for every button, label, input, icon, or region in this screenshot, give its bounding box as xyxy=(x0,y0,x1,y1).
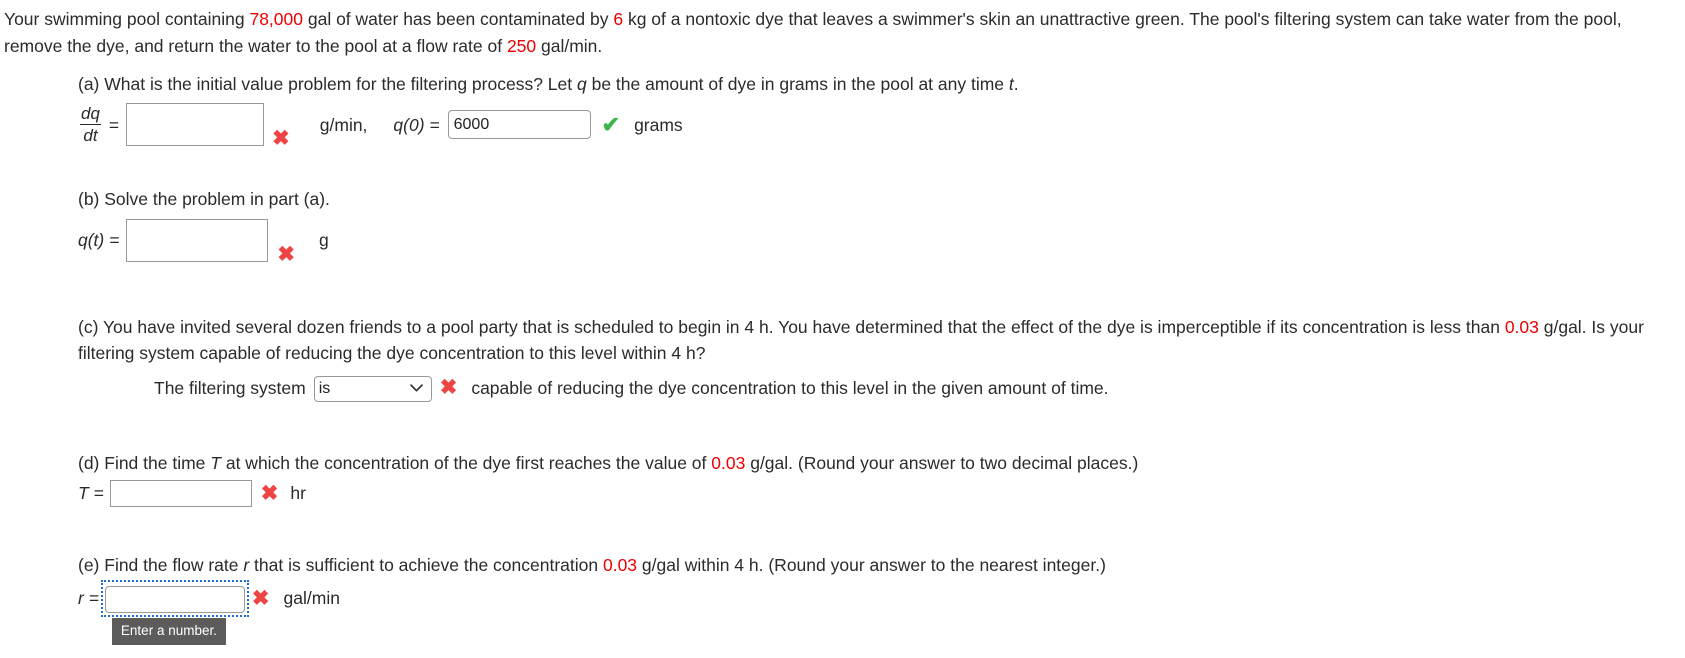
part-c-prompt: (c) You have invited several dozen frien… xyxy=(78,314,1685,367)
part-e: (e) Find the flow rate r that is suffici… xyxy=(0,552,1685,645)
part-b-unit: g xyxy=(318,230,329,251)
fraction-denominator: dt xyxy=(80,124,101,145)
part-e-prompt: (e) Find the flow rate r that is suffici… xyxy=(78,552,1685,578)
part-c-sentence-end: capable of reducing the dye concentratio… xyxy=(471,377,1109,398)
part-a-grams-unit: grams xyxy=(634,114,683,135)
incorrect-icon: ✖ xyxy=(251,586,270,610)
part-e-prompt-3: g/gal within 4 h. (Round your answer to … xyxy=(637,554,1106,575)
part-a-q0-input[interactable] xyxy=(447,110,591,140)
incorrect-icon: ✖ xyxy=(260,481,279,505)
intro-text-4: gal/min. xyxy=(536,35,603,56)
intro-text-2: gal of water has been contaminated by xyxy=(303,9,614,29)
part-d-prompt-1: (d) Find the time xyxy=(78,452,211,473)
part-b-prompt: (b) Solve the problem in part (a). xyxy=(78,189,330,210)
part-d-prompt-2: at which the concentration of the dye fi… xyxy=(220,452,712,473)
intro-text-1: Your swimming pool containing xyxy=(4,9,250,29)
part-d-answer-row: T = ✖ hr xyxy=(78,479,1685,507)
part-e-input[interactable] xyxy=(104,585,245,613)
part-d: (d) Find the time T at which the concent… xyxy=(0,450,1685,507)
fraction-numerator: dq xyxy=(81,104,100,124)
part-d-unit: hr xyxy=(290,483,306,504)
flow-rate-value: 250 xyxy=(506,35,537,56)
part-b-input[interactable] xyxy=(126,218,269,262)
problem-page: Your swimming pool containing 78,000 gal… xyxy=(0,0,1685,658)
part-a-prompt-1: (a) What is the initial value problem fo… xyxy=(78,74,577,95)
part-a-rate-input[interactable] xyxy=(126,103,265,147)
pool-volume-value: 78,000 xyxy=(249,9,303,29)
dye-mass-value: 6 xyxy=(613,9,624,29)
incorrect-icon: ✖ xyxy=(439,376,458,400)
part-c-capability-select[interactable]: is is not xyxy=(313,375,432,402)
part-d-threshold: 0.03 xyxy=(711,452,746,473)
part-a-var-q: q xyxy=(576,74,587,95)
part-a: (a) What is the initial value problem fo… xyxy=(0,71,1685,151)
incorrect-icon: ✖ xyxy=(277,242,295,266)
part-a-equals: = xyxy=(108,114,120,135)
correct-icon: ✔ xyxy=(601,111,621,137)
derivative-fraction: dq dt xyxy=(78,104,103,145)
part-a-q0-label: q(0) = xyxy=(393,114,440,135)
part-b: (b) Solve the problem in part (a). q(t) … xyxy=(0,186,1685,266)
part-c-select-wrap[interactable]: is is not xyxy=(313,374,432,402)
part-c: (c) You have invited several dozen frien… xyxy=(0,314,1685,402)
part-a-rate-unit: g/min, xyxy=(319,114,368,135)
part-d-input[interactable] xyxy=(109,479,252,507)
problem-statement: Your swimming pool containing 78,000 gal… xyxy=(0,0,1685,59)
part-c-answer-row: The filtering system is is not ✖ capable… xyxy=(78,374,1685,402)
part-a-answer-row: dq dt = ✖ g/min, q(0) = ✔ grams xyxy=(78,103,1685,151)
part-e-focus-outline: Enter a number. xyxy=(100,580,249,645)
part-e-prompt-2: that is sufficient to achieve the concen… xyxy=(249,554,603,575)
part-a-prompt-3: . xyxy=(1013,74,1019,95)
part-d-prompt-3: g/gal. (Round your answer to two decimal… xyxy=(745,452,1139,473)
part-e-answer-row: r = Enter a number. ✖ gal/min xyxy=(78,580,1685,645)
part-c-sentence-start: The filtering system xyxy=(154,377,306,398)
part-a-prompt-2: be the amount of dye in grams in the poo… xyxy=(586,74,1009,95)
part-e-label: r = xyxy=(78,588,99,609)
part-b-answer-row: q(t) = ✖ g xyxy=(78,218,1685,266)
incorrect-icon: ✖ xyxy=(272,127,290,151)
part-e-threshold: 0.03 xyxy=(602,554,638,575)
part-c-threshold: 0.03 xyxy=(1504,316,1539,337)
part-e-prompt-1: (e) Find the flow rate xyxy=(78,554,244,575)
part-a-prompt: (a) What is the initial value problem fo… xyxy=(78,71,1685,97)
part-d-var-T: T xyxy=(210,452,221,473)
part-d-label: T = xyxy=(78,483,104,504)
part-e-unit: gal/min xyxy=(283,588,340,609)
part-c-prompt-1: (c) You have invited several dozen frien… xyxy=(78,316,1505,337)
validation-tooltip: Enter a number. xyxy=(111,617,226,645)
part-b-label: q(t) = xyxy=(78,230,120,251)
part-d-prompt: (d) Find the time T at which the concent… xyxy=(78,450,1685,476)
